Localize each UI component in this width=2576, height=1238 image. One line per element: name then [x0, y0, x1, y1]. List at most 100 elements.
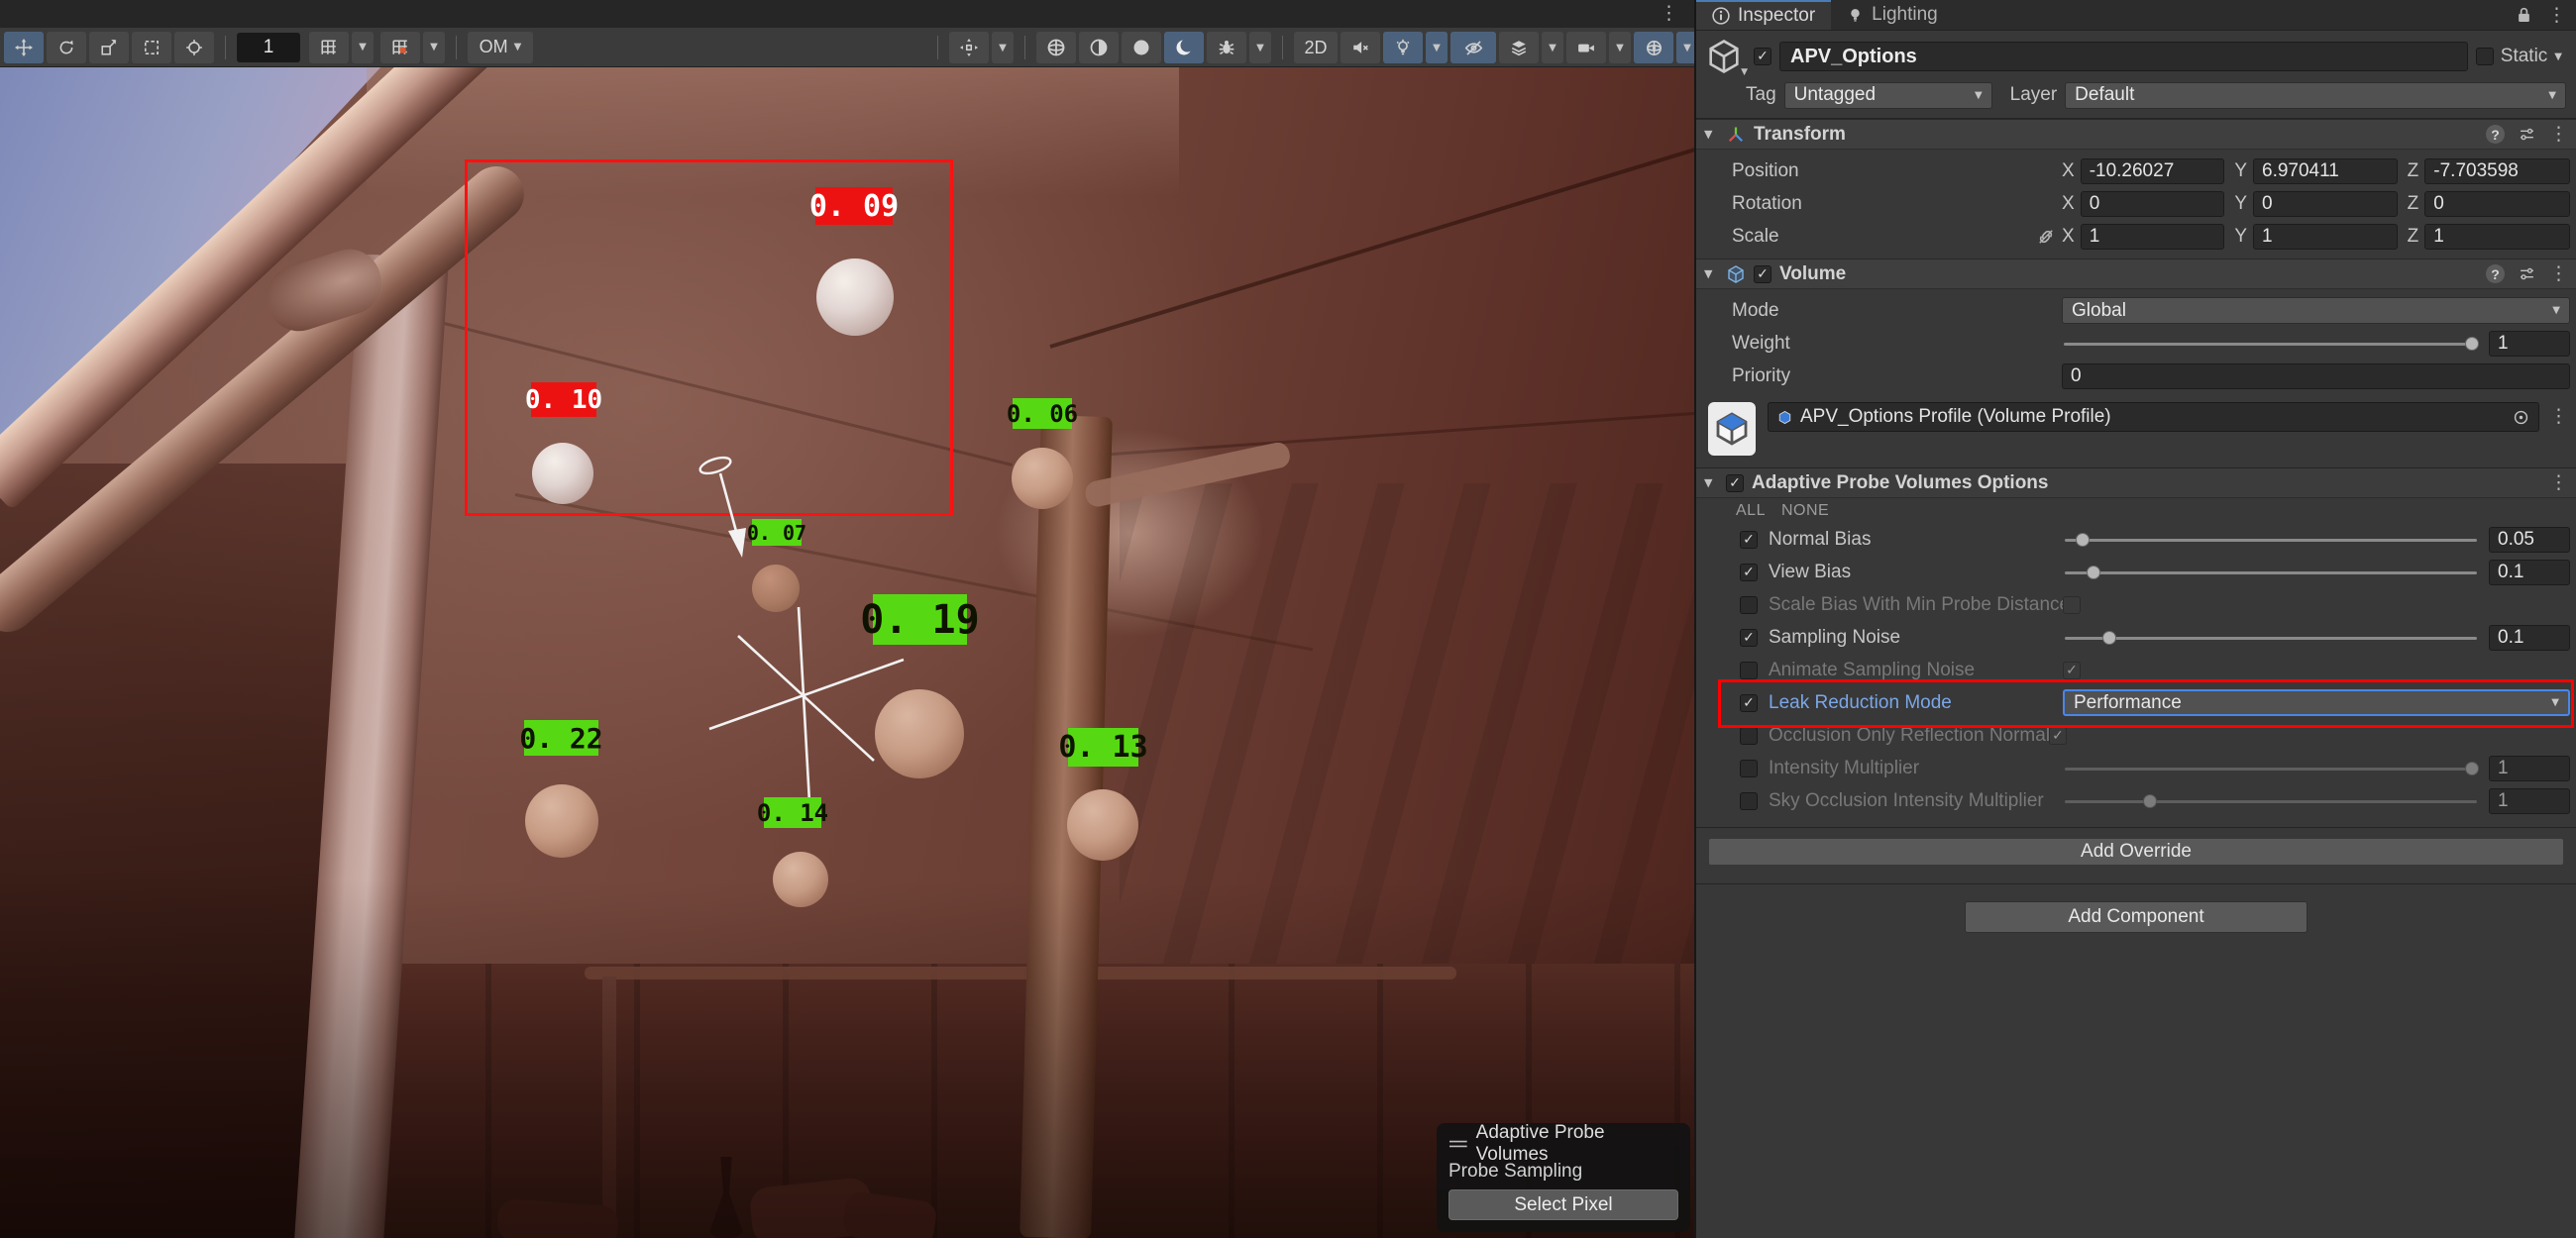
grid-snap-dropdown[interactable]: ▼ — [423, 32, 445, 63]
volume-enabled-checkbox[interactable] — [1754, 265, 1771, 283]
component-more-icon[interactable]: ⋮ — [2549, 264, 2568, 283]
handle-position-button[interactable] — [949, 32, 989, 63]
tab-lighting[interactable]: Lighting — [1831, 0, 1954, 30]
apv-enabled-checkbox[interactable] — [1726, 474, 1744, 492]
probe-sphere-0.07[interactable] — [752, 565, 800, 612]
volume-header[interactable]: ▼ Volume ? ⋮ — [1696, 258, 2576, 289]
static-checkbox[interactable] — [2476, 48, 2494, 65]
rotation-x-field[interactable]: 0 — [2081, 191, 2225, 217]
sampling-noise-value[interactable]: 0.1 — [2489, 625, 2570, 651]
help-icon[interactable]: ? — [2486, 264, 2505, 283]
lock-icon[interactable] — [2517, 6, 2531, 24]
none-button[interactable]: NONE — [1781, 502, 1829, 520]
probe-sphere-0.14[interactable] — [773, 852, 828, 907]
position-z-field[interactable]: -7.703598 — [2424, 158, 2570, 184]
foldout-icon[interactable]: ▼ — [1704, 476, 1718, 489]
rotate-tool-button[interactable] — [47, 32, 86, 63]
shading-unlit-button[interactable] — [1122, 32, 1161, 63]
volume-profile-object-field[interactable]: APV_Options Profile (Volume Profile) — [1768, 402, 2539, 432]
drag-handle-icon[interactable] — [1449, 1138, 1468, 1150]
sky-occlusion-slider[interactable] — [2063, 788, 2479, 814]
probe-sphere-0.13[interactable] — [1067, 789, 1138, 861]
debug-draw-button[interactable] — [1207, 32, 1246, 63]
preset-icon[interactable] — [2519, 126, 2535, 143]
sampling-noise-slider[interactable] — [2063, 625, 2479, 651]
override-checkbox[interactable] — [1740, 760, 1758, 777]
lighting-dropdown[interactable]: ▼ — [1426, 32, 1448, 63]
gameobject-cube-icon[interactable]: ▼ — [1704, 38, 1746, 75]
override-checkbox[interactable] — [1740, 531, 1758, 549]
normal-bias-slider[interactable] — [2063, 527, 2479, 553]
handle-position-dropdown[interactable]: ▼ — [992, 32, 1014, 63]
grid-visibility-dropdown[interactable]: ▼ — [352, 32, 374, 63]
profile-more-icon[interactable]: ⋮ — [2549, 407, 2568, 426]
inspector-more-icon[interactable]: ⋮ — [2547, 6, 2566, 25]
gameobject-active-checkbox[interactable] — [1754, 48, 1771, 65]
transform-header[interactable]: ▼ Transform ? ⋮ — [1696, 119, 2576, 150]
lighting-toggle-button[interactable] — [1383, 32, 1423, 63]
gizmos-toggle-button[interactable] — [1634, 32, 1673, 63]
preset-icon[interactable] — [2519, 265, 2535, 282]
component-more-icon[interactable]: ⋮ — [2549, 473, 2568, 492]
override-checkbox[interactable] — [1740, 694, 1758, 712]
mode-dropdown[interactable]: Global▼ — [2062, 297, 2570, 324]
position-y-field[interactable]: 6.970411 — [2253, 158, 2398, 184]
scene-more-icon[interactable]: ⋮ — [1660, 4, 1678, 23]
leak-reduction-mode-dropdown[interactable]: Performance▼ — [2063, 689, 2570, 716]
override-checkbox[interactable] — [1740, 629, 1758, 647]
constrain-proportions-icon[interactable] — [2034, 227, 2058, 247]
scale-x-field[interactable]: 1 — [2081, 224, 2225, 250]
sky-occlusion-value[interactable]: 1 — [2489, 788, 2570, 814]
audio-mute-button[interactable] — [1341, 32, 1380, 63]
priority-field[interactable]: 0 — [2062, 363, 2570, 389]
om-overlay-dropdown[interactable]: OM▼ — [468, 32, 533, 63]
normal-bias-value[interactable]: 0.05 — [2489, 527, 2570, 553]
probe-sphere-0.19[interactable] — [875, 689, 964, 778]
foldout-icon[interactable]: ▼ — [1704, 267, 1718, 280]
camera-settings-dropdown[interactable]: ▼ — [1609, 32, 1631, 63]
snap-increment-field[interactable]: 1 — [237, 33, 300, 62]
layer-dropdown[interactable]: Default▼ — [2065, 82, 2566, 109]
transform-tool-button[interactable] — [174, 32, 214, 63]
override-checkbox[interactable] — [1740, 662, 1758, 679]
probe-sphere-0.22[interactable] — [525, 784, 598, 858]
intensity-multiplier-value[interactable]: 1 — [2489, 756, 2570, 781]
grid-visibility-button[interactable] — [309, 32, 349, 63]
foldout-icon[interactable]: ▼ — [1704, 128, 1718, 141]
view-bias-value[interactable]: 0.1 — [2489, 560, 2570, 585]
layers-button[interactable] — [1499, 32, 1539, 63]
shading-debug-button[interactable] — [1164, 32, 1204, 63]
override-checkbox[interactable] — [1740, 727, 1758, 745]
scale-y-field[interactable]: 1 — [2253, 224, 2398, 250]
intensity-multiplier-slider[interactable] — [2063, 756, 2479, 781]
shading-wireframe-button[interactable] — [1036, 32, 1076, 63]
override-checkbox[interactable] — [1740, 564, 1758, 581]
component-more-icon[interactable]: ⋮ — [2549, 125, 2568, 144]
weight-value-field[interactable]: 1 — [2489, 331, 2570, 357]
rotation-z-field[interactable]: 0 — [2424, 191, 2570, 217]
camera-settings-button[interactable] — [1566, 32, 1606, 63]
gameobject-name-field[interactable]: APV_Options — [1779, 42, 2468, 71]
debug-draw-dropdown[interactable]: ▼ — [1249, 32, 1271, 63]
override-checkbox[interactable] — [1740, 596, 1758, 614]
apv-options-header[interactable]: ▼ Adaptive Probe Volumes Options ⋮ — [1696, 467, 2576, 498]
shading-shaded-wire-button[interactable] — [1079, 32, 1119, 63]
add-override-button[interactable]: Add Override — [1708, 838, 2564, 866]
occlusion-only-toggle[interactable] — [2049, 727, 2067, 745]
layers-dropdown[interactable]: ▼ — [1542, 32, 1563, 63]
static-dropdown-icon[interactable]: ▼ — [2554, 52, 2562, 62]
scale-bias-toggle[interactable] — [2063, 596, 2081, 614]
scale-z-field[interactable]: 1 — [2424, 224, 2570, 250]
tag-dropdown[interactable]: Untagged▼ — [1784, 82, 1992, 109]
rotation-y-field[interactable]: 0 — [2253, 191, 2398, 217]
scale-tool-button[interactable] — [89, 32, 129, 63]
probe-sphere-0.09[interactable] — [816, 258, 894, 336]
object-picker-icon[interactable] — [2513, 409, 2529, 426]
move-tool-button[interactable] — [4, 32, 44, 63]
probe-sphere-0.10[interactable] — [532, 443, 593, 504]
position-x-field[interactable]: -10.26027 — [2081, 158, 2225, 184]
select-pixel-button[interactable]: Select Pixel — [1449, 1189, 1678, 1220]
add-component-button[interactable]: Add Component — [1965, 901, 2308, 933]
scene-visibility-button[interactable] — [1450, 32, 1496, 63]
rect-tool-button[interactable] — [132, 32, 171, 63]
